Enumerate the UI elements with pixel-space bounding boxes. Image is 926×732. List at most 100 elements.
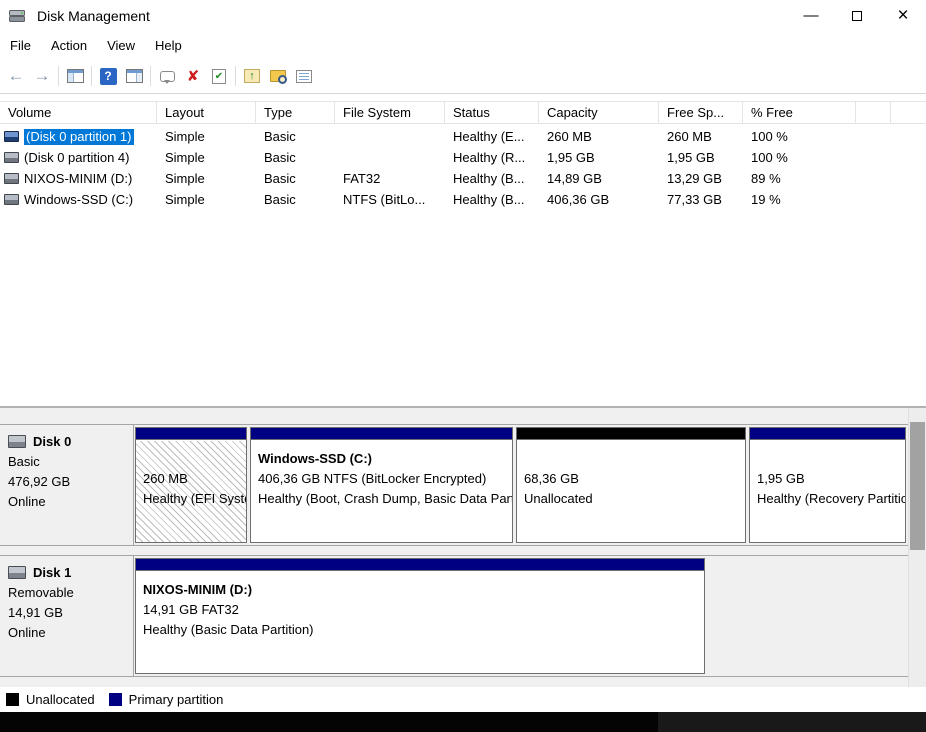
column-header-layout[interactable]: Layout [157,102,256,123]
cell-layout: Simple [157,150,256,165]
action-menu-button[interactable] [154,63,180,89]
cell-pct-free: 100 % [743,129,856,144]
menu-file[interactable]: File [0,34,41,57]
field-chooser-icon [296,70,312,83]
delete-volume-button[interactable]: ✘ [180,63,206,89]
partition-unallocated[interactable]: 68,36 GB Unallocated [516,427,746,543]
show-console-tree-button[interactable] [62,63,88,89]
toolbar-separator [58,66,59,86]
cell-layout: Simple [157,129,256,144]
cell-volume: (Disk 0 partition 4) [0,150,157,165]
volume-row-windows-ssd[interactable]: Windows-SSD (C:) Simple Basic NTFS (BitL… [0,189,926,210]
cell-volume: NIXOS-MINIM (D:) [0,171,157,186]
close-button[interactable]: × [880,0,926,31]
menu-view[interactable]: View [97,34,145,57]
search-folder-button[interactable] [265,63,291,89]
check-dialog-button[interactable]: ✔ [206,63,232,89]
disk1-info-panel[interactable]: Disk 1 Removable 14,91 GB Online [0,556,134,676]
show-action-pane-button[interactable] [121,63,147,89]
cell-volume: Windows-SSD (C:) [0,192,157,207]
partition-size: 14,91 GB FAT32 [143,600,701,620]
volume-row-disk0-partition4[interactable]: (Disk 0 partition 4) Simple Basic Health… [0,147,926,168]
primary-partition-label: Primary partition [129,692,224,707]
partition-windows-ssd[interactable]: Windows-SSD (C:) 406,36 GB NTFS (BitLock… [250,427,513,543]
minimize-button[interactable]: — [788,0,834,31]
cell-type: Basic [256,171,335,186]
unallocated-swatch [6,693,19,706]
unallocated-label: Unallocated [26,692,95,707]
primary-partition-swatch [109,693,122,706]
cell-type: Basic [256,150,335,165]
partition-status: Healthy (Boot, Crash Dump, Basic Data Pa… [258,489,509,509]
cell-free-space: 1,95 GB [659,150,743,165]
menu-action[interactable]: Action [41,34,97,57]
disk-icon [8,435,26,448]
action-pane-icon [126,69,143,83]
partition-color-bar [251,428,512,440]
titlebar: Disk Management — × [0,0,926,31]
cell-status: Healthy (E... [445,129,539,144]
field-chooser-button[interactable] [291,63,317,89]
back-button[interactable]: ← [3,63,29,89]
cell-volume: (Disk 0 partition 1) [0,129,157,145]
up-level-button[interactable]: ↑ [239,63,265,89]
disk1-row: Disk 1 Removable 14,91 GB Online NIXOS-M… [0,555,908,677]
help-button[interactable]: ? [95,63,121,89]
disk-status: Online [8,492,129,512]
graphical-view-pane: Disk 0 Basic 476,92 GB Online 260 MB Hea… [0,408,926,687]
column-header-free-space[interactable]: Free Sp... [659,102,743,123]
partition-nixos-minim[interactable]: NIXOS-MINIM (D:) 14,91 GB FAT32 Healthy … [135,558,705,674]
cell-pct-free: 100 % [743,150,856,165]
column-header-volume[interactable]: Volume [0,102,157,123]
help-icon: ? [100,68,117,85]
cell-capacity: 406,36 GB [539,192,659,207]
disk-icon [8,566,26,579]
cell-pct-free: 19 % [743,192,856,207]
back-icon: ← [8,66,25,86]
bottom-strip [0,712,926,732]
menu-help[interactable]: Help [145,34,192,57]
cell-status: Healthy (B... [445,171,539,186]
partition-label [143,449,243,469]
volume-label: Windows-SSD (C:) [24,192,133,207]
partition-status: Unallocated [524,489,742,509]
disk-size: 14,91 GB [8,603,129,623]
menubar: File Action View Help [0,31,926,59]
partition-color-bar [136,559,704,571]
window-controls: — × [788,0,926,31]
disk-name: Disk 0 [33,434,71,449]
scrollbar-thumb[interactable] [910,422,925,550]
partition-size: 260 MB [143,469,243,489]
cell-type: Basic [256,192,335,207]
partition-size: 1,95 GB [757,469,902,489]
partition-efi[interactable]: 260 MB Healthy (EFI System Partition) [135,427,247,543]
disk-management-app-icon [9,8,26,24]
search-folder-icon [270,70,286,82]
bottom-strip-right [658,712,926,732]
action-menu-icon [160,71,175,82]
cell-status: Healthy (B... [445,192,539,207]
toolbar-separator [150,66,151,86]
volume-row-disk0-partition1[interactable]: (Disk 0 partition 1) Simple Basic Health… [0,126,926,147]
column-header-type[interactable]: Type [256,102,335,123]
disk0-info-panel[interactable]: Disk 0 Basic 476,92 GB Online [0,425,134,545]
partition-color-bar [136,428,246,440]
partition-size: 68,36 GB [524,469,742,489]
forward-icon: → [34,66,51,86]
cell-pct-free: 89 % [743,171,856,186]
disk-kind: Basic [8,452,129,472]
volume-list: (Disk 0 partition 1) Simple Basic Health… [0,126,926,210]
vertical-scrollbar[interactable] [908,408,926,687]
forward-button[interactable]: → [29,63,55,89]
volume-icon [4,194,19,205]
column-header-capacity[interactable]: Capacity [539,102,659,123]
column-header-status[interactable]: Status [445,102,539,123]
partition-recovery[interactable]: 1,95 GB Healthy (Recovery Partition) [749,427,906,543]
window-title: Disk Management [37,8,150,24]
column-header-pct-free[interactable]: % Free [743,102,856,123]
column-header-file-system[interactable]: File System [335,102,445,123]
cell-free-space: 77,33 GB [659,192,743,207]
maximize-icon [852,11,862,21]
maximize-button[interactable] [834,0,880,31]
volume-row-nixos-minim[interactable]: NIXOS-MINIM (D:) Simple Basic FAT32 Heal… [0,168,926,189]
